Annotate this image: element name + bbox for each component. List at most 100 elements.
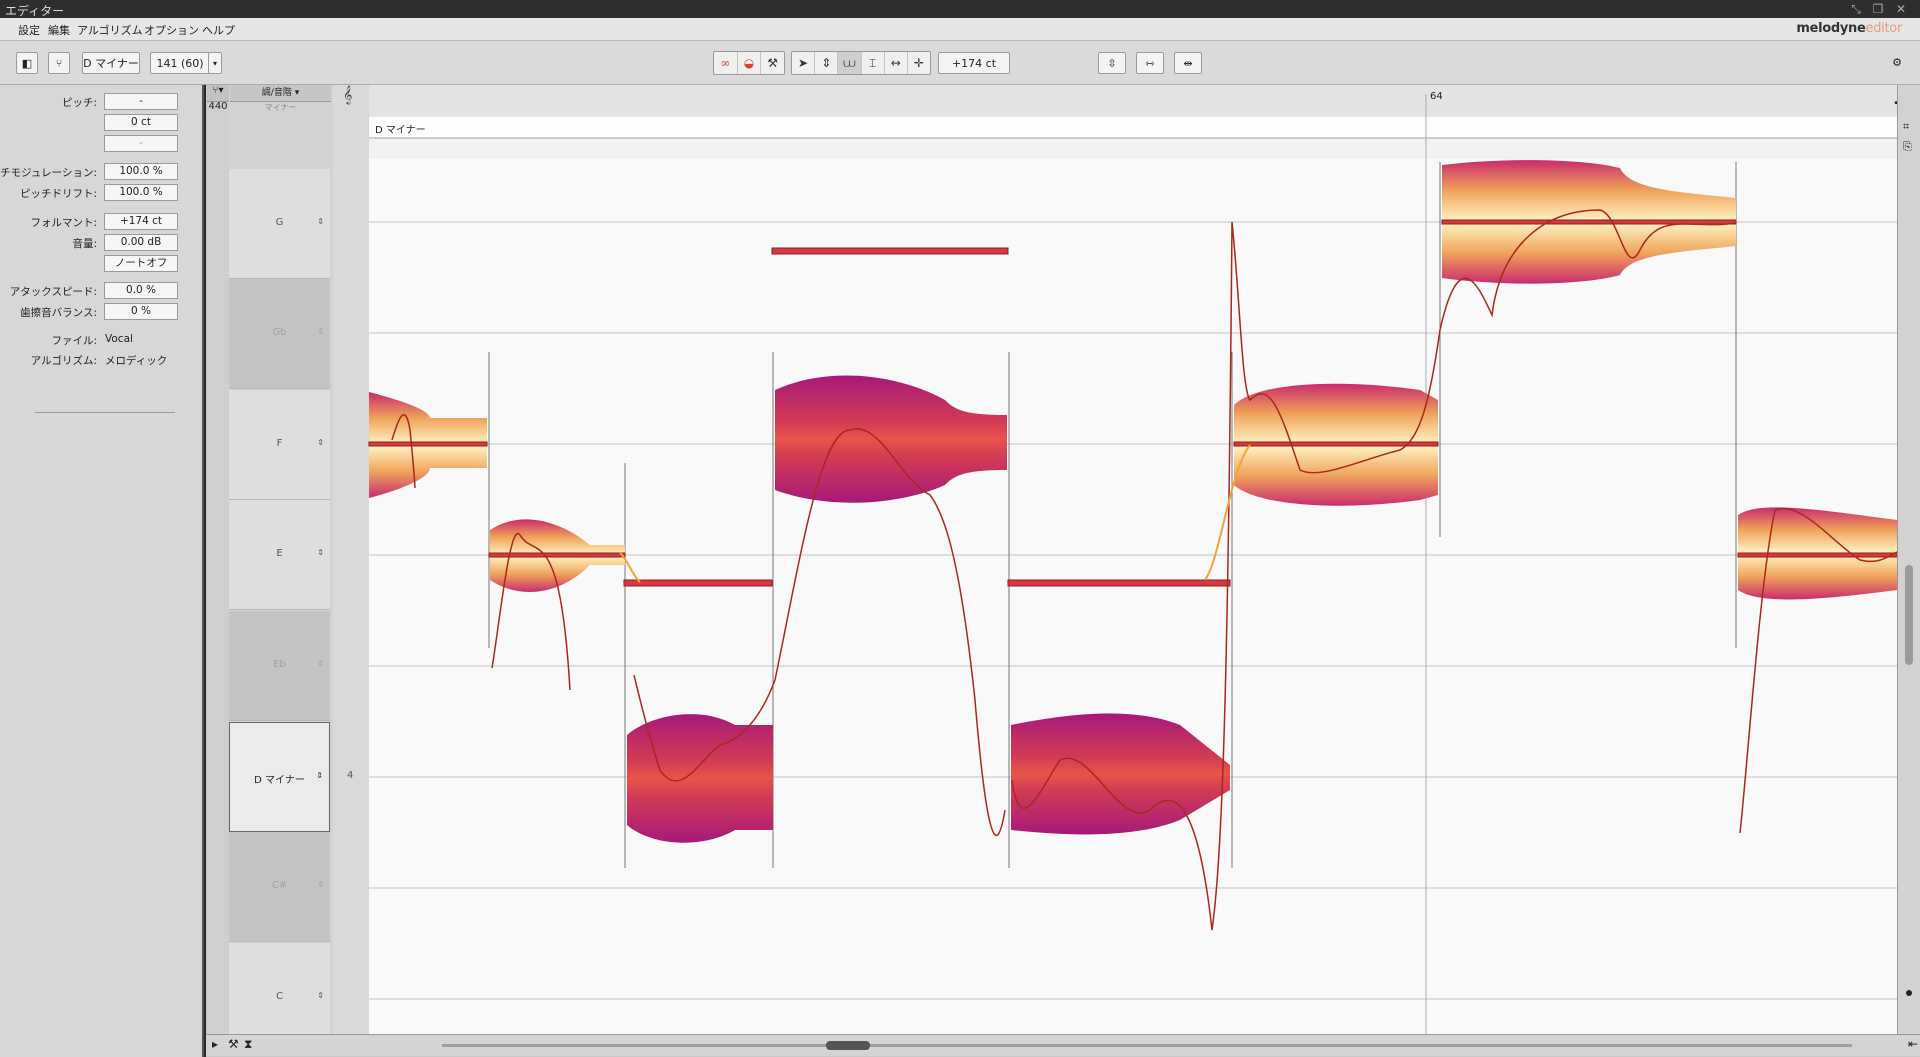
scale-key-cell[interactable]: F ⇕ <box>229 390 330 500</box>
macro-tool-group: ∞ ◒ ⚒ <box>713 51 785 75</box>
tuning-icon[interactable]: ⑂▾ <box>207 85 229 102</box>
scale-subheader: マイナー <box>264 103 297 112</box>
lock-icon[interactable]: ⎘ <box>1903 140 1912 154</box>
formant-label: フォルマント: <box>30 217 97 229</box>
scale-key-label: F <box>276 438 283 449</box>
chevron-updown-icon[interactable]: ⇕ <box>316 771 323 780</box>
quantize-time-button[interactable]: ⇿ <box>1136 52 1164 74</box>
edit-tool-group: ➤ ⇕ ⩊ ⌶ ↔ ✛ <box>791 51 931 75</box>
attack-label: アタックスピード: <box>9 286 97 298</box>
timeline-ruler[interactable]: 64 ♩ <box>369 85 1902 118</box>
menu-help[interactable]: ヘルプ <box>202 22 235 38</box>
sibilant-label: 歯擦音バランス: <box>20 307 97 319</box>
file-value: Vocal <box>105 333 133 345</box>
correct-pitch-button[interactable]: ⇳ <box>1098 52 1126 74</box>
minimize-icon[interactable]: ⤡ <box>1848 1 1864 17</box>
cent-readout[interactable]: +174 ct <box>938 52 1010 74</box>
tempo-field[interactable]: 141 (60) <box>150 52 210 74</box>
scale-snap-button[interactable]: ⑂ <box>48 52 70 74</box>
reference-pitch[interactable]: 440 <box>207 101 229 113</box>
scale-header[interactable]: 調/音階 ▾ <box>230 85 331 102</box>
zoom-handle[interactable] <box>1906 990 1912 996</box>
attack-field[interactable]: 0.0 % <box>104 282 178 299</box>
time-tool-icon[interactable]: ↔ <box>885 52 908 74</box>
scale-key-cell[interactable]: D マイナー ⇕ <box>229 722 330 832</box>
pitch-blend-icon[interactable]: ∞ <box>714 52 738 74</box>
note-grid[interactable] <box>369 159 1897 1034</box>
pitch-modulation-icon[interactable]: ⚒ <box>761 52 784 74</box>
split-icon: ⇹ <box>1183 57 1193 70</box>
grid-icon[interactable]: ⌗ <box>1903 120 1909 134</box>
algorithm-label: アルゴリズム: <box>30 355 97 367</box>
formant-tool-icon[interactable]: ⩊ <box>838 52 862 74</box>
divider <box>35 412 175 413</box>
note-off-button[interactable]: ノートオフ <box>104 255 178 272</box>
file-label: ファイル: <box>51 335 97 347</box>
chevron-updown-icon[interactable]: ⇕ <box>317 327 324 336</box>
zoom-icon[interactable]: ⇤ <box>1908 1037 1918 1051</box>
scroll-thumb[interactable] <box>826 1041 870 1050</box>
chevron-updown-icon[interactable]: ⇕ <box>317 438 324 447</box>
chord-ribbon[interactable] <box>369 139 1897 160</box>
pitch-move-icon[interactable]: ⇕ <box>815 52 839 74</box>
inspector-panel: ピッチ:- 0 ct - ピッチモジュレーション:100.0 % ピッチドリフト… <box>0 85 204 1057</box>
panel-icon: ◧ <box>21 57 33 70</box>
menu-edit[interactable]: 編集 <box>48 22 70 38</box>
scale-key-cell[interactable]: Eb ⇕ <box>229 611 330 721</box>
chevron-down-icon: ▾ <box>212 59 217 68</box>
menu-settings[interactable]: 設定 <box>18 22 40 38</box>
chevron-updown-icon[interactable]: ⇕ <box>317 880 324 889</box>
sibilant-field[interactable]: 0 % <box>104 303 178 320</box>
scale-ribbon[interactable]: D マイナー <box>369 117 1897 138</box>
scale-key-label: Eb <box>273 659 286 670</box>
tuning-fork-icon: ⑂ <box>55 57 63 70</box>
chevron-updown-icon[interactable]: ⇕ <box>317 548 324 557</box>
chevron-updown-icon[interactable]: ⇕ <box>317 659 324 668</box>
menu-options[interactable]: オプション <box>144 22 199 38</box>
pitch-extra-field[interactable]: - <box>104 135 178 152</box>
menu-algorithm[interactable]: アルゴリズム <box>77 22 143 38</box>
scale-key-cell[interactable]: Gb ⇕ <box>229 279 330 389</box>
scale-key-cell[interactable]: G ⇕ <box>229 169 330 279</box>
pointer-tool-icon[interactable]: ➤ <box>792 52 816 74</box>
scale-key-label: D マイナー <box>254 775 305 786</box>
pitch-cents-field[interactable]: 0 ct <box>104 114 178 131</box>
tempo-dropdown-button[interactable]: ▾ <box>208 52 222 74</box>
volume-field[interactable]: 0.00 dB <box>104 234 178 251</box>
restore-icon[interactable]: ❐ <box>1870 1 1886 17</box>
inspector-toggle-button[interactable]: ◧ <box>16 52 38 74</box>
scale-key-label: G <box>275 217 284 228</box>
chevron-updown-icon[interactable]: ⇕ <box>317 217 324 226</box>
formant-field[interactable]: +174 ct <box>104 213 178 230</box>
modulation-field[interactable]: 100.0 % <box>104 163 178 180</box>
settings-button[interactable]: ⚙ <box>1886 52 1908 74</box>
settings-gear-icon: ⚙ <box>1892 56 1902 69</box>
note-separation-icon[interactable]: ✛ <box>908 52 930 74</box>
drift-field[interactable]: 100.0 % <box>104 184 178 201</box>
close-icon[interactable]: ✕ <box>1893 1 1909 17</box>
modulation-label: ピッチモジュレーション: <box>0 167 97 179</box>
vertical-scrollbar[interactable]: ⌗ ⎘ <box>1897 85 1920 1035</box>
split-button[interactable]: ⇹ <box>1174 52 1202 74</box>
waveform-icon[interactable]: ⧗ <box>244 1037 252 1052</box>
treble-clef-icon[interactable]: 𝄞 <box>343 85 352 105</box>
pitch-field[interactable]: - <box>104 93 178 110</box>
chevron-updown-icon[interactable]: ⇕ <box>317 991 324 1000</box>
octave-marker: 4 <box>347 770 354 781</box>
pitch-label: ピッチ: <box>61 97 97 109</box>
volume-label: 音量: <box>72 238 97 250</box>
pitch-ruler[interactable]: ⑂▾ 440 <box>207 85 230 1050</box>
scale-key-cell[interactable]: C# ⇕ <box>229 832 330 942</box>
scale-key-label: E <box>276 548 283 559</box>
amplitude-tool-icon[interactable]: ⌶ <box>862 52 885 74</box>
pitch-tool-icon[interactable]: ◒ <box>738 52 762 74</box>
toolbar: ◧ ⑂ D マイナー 141 (60) ▾ ∞ ◒ ⚒ ➤ ⇕ ⩊ ⌶ ↔ ✛ … <box>0 41 1920 85</box>
pointer-icon[interactable]: ▸ <box>212 1037 218 1051</box>
scroll-thumb[interactable] <box>1905 565 1913 665</box>
overview-waveform[interactable] <box>442 1044 1852 1047</box>
key-select-button[interactable]: D マイナー <box>82 52 140 74</box>
wrench-icon[interactable]: ⚒ <box>228 1037 239 1051</box>
drift-label: ピッチドリフト: <box>19 188 97 200</box>
horizontal-scrollbar[interactable]: ▸ ⚒ ⧗ ⇤ <box>206 1034 1920 1056</box>
scale-key-cell[interactable]: E ⇕ <box>229 500 330 610</box>
